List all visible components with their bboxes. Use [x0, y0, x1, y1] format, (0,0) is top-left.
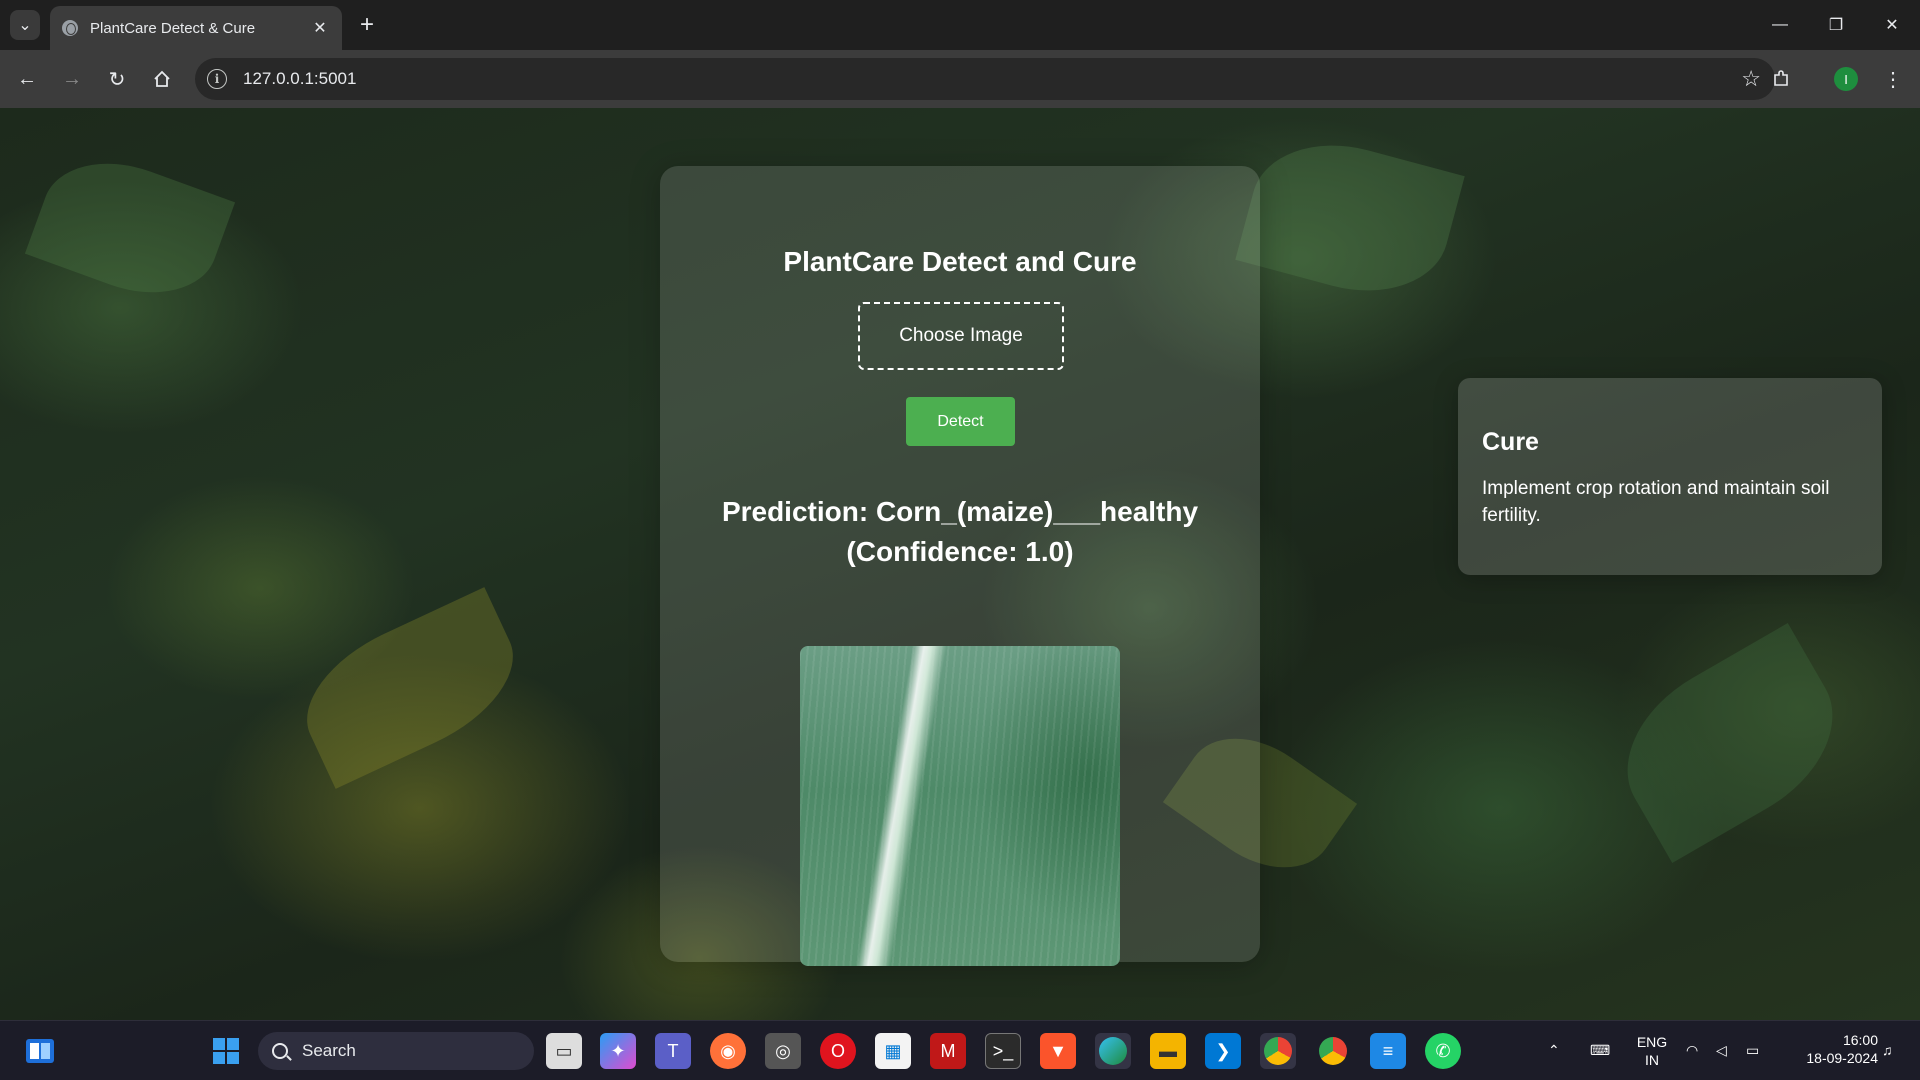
lang-line1: ENG: [1636, 1034, 1668, 1050]
vscode-icon[interactable]: ❯: [1205, 1033, 1241, 1069]
uploaded-leaf-image: [800, 646, 1120, 966]
page-viewport: PlantCare Detect and Cure Choose Image D…: [0, 108, 1920, 1020]
cure-card: Cure Implement crop rotation and maintai…: [1458, 378, 1882, 575]
volume-icon[interactable]: ◁: [1716, 1041, 1727, 1059]
terminal-icon[interactable]: >_: [985, 1033, 1021, 1069]
copilot-icon[interactable]: ✦: [600, 1033, 636, 1069]
prediction-result: Prediction: Corn_(maize)___healthy (Conf…: [680, 492, 1240, 572]
browser-tab[interactable]: PlantCare Detect & Cure ✕: [50, 6, 342, 50]
globe-icon: [62, 20, 78, 36]
opera-icon[interactable]: O: [820, 1033, 856, 1069]
forward-button[interactable]: →: [55, 62, 89, 96]
puzzle-icon: [1774, 70, 1788, 86]
confidence-label: (Confidence: 1.0): [846, 536, 1074, 567]
reload-icon: ↻: [108, 68, 126, 91]
chrome-icon[interactable]: [1260, 1033, 1296, 1069]
notification-bell-icon[interactable]: ♫: [1882, 1041, 1893, 1059]
profile-avatar[interactable]: I: [1834, 67, 1858, 91]
brave-icon[interactable]: ▼: [1040, 1033, 1076, 1069]
address-bar[interactable]: i 127.0.0.1:5001 ☆: [195, 58, 1775, 100]
camera-icon[interactable]: ◎: [765, 1033, 801, 1069]
arrow-left-icon: ←: [17, 67, 37, 90]
restore-button[interactable]: ❐: [1808, 0, 1864, 50]
chevron-up-icon[interactable]: ⌃: [1548, 1041, 1560, 1059]
background-leaf: [1235, 124, 1465, 312]
bookmark-star-icon[interactable]: ☆: [1741, 66, 1761, 92]
taskbar-search[interactable]: Search: [258, 1032, 534, 1070]
home-button[interactable]: [145, 62, 179, 96]
taskbar: Search ▭ ✦ T ◉ ◎ O ▦ M >_ ▼ ▬ ❯ ≡ ✆ ⌃ ⌨ …: [0, 1020, 1920, 1080]
background-leaf: [284, 587, 536, 789]
tab-search-button[interactable]: ⌄: [10, 10, 40, 40]
arrow-right-icon: →: [62, 67, 82, 90]
lang-line2: IN: [1645, 1052, 1659, 1068]
edge-icon[interactable]: [1095, 1033, 1131, 1069]
search-icon: [272, 1043, 288, 1059]
clock-time: 16:00: [1842, 1032, 1878, 1048]
browser-toolbar: ← → ↻ i 127.0.0.1:5001 ☆ I ⋮: [0, 50, 1920, 108]
detect-button[interactable]: Detect: [906, 397, 1015, 446]
chevron-down-icon: ⌄: [18, 17, 32, 34]
teams-icon[interactable]: T: [655, 1033, 691, 1069]
clock[interactable]: 16:00 18-09-2024: [1778, 1031, 1878, 1067]
site-info-icon[interactable]: i: [207, 69, 227, 89]
folder-icon[interactable]: ▬: [1150, 1033, 1186, 1069]
battery-icon[interactable]: ▭: [1746, 1041, 1759, 1059]
tab-close-icon[interactable]: ✕: [310, 18, 330, 38]
keyboard-icon[interactable]: ⌨: [1590, 1041, 1610, 1059]
language-indicator[interactable]: ENG IN: [1632, 1033, 1672, 1069]
firefox-icon[interactable]: ◉: [710, 1033, 746, 1069]
mcafee-icon[interactable]: M: [930, 1033, 966, 1069]
background-leaf: [1597, 623, 1863, 863]
notepad-icon[interactable]: ≡: [1370, 1033, 1406, 1069]
prediction-label: Prediction: Corn_(maize)___healthy: [721, 496, 1199, 527]
whatsapp-icon[interactable]: ✆: [1425, 1033, 1461, 1069]
reload-button[interactable]: ↻: [100, 62, 134, 96]
chrome-canary-icon[interactable]: [1315, 1033, 1351, 1069]
back-button[interactable]: ←: [10, 62, 44, 96]
close-window-button[interactable]: ✕: [1864, 0, 1920, 50]
extensions-button[interactable]: [1764, 62, 1798, 96]
widgets-icon[interactable]: [22, 1033, 58, 1069]
home-icon: [154, 70, 170, 87]
windows-start-icon[interactable]: [208, 1033, 244, 1069]
background-leaf: [24, 140, 236, 316]
minimize-button[interactable]: —: [1752, 0, 1808, 50]
file-explorer-icon[interactable]: ▭: [546, 1033, 582, 1069]
kebab-menu-icon: ⋮: [1883, 68, 1903, 91]
new-tab-button[interactable]: +: [352, 10, 382, 40]
choose-image-button[interactable]: Choose Image: [858, 302, 1064, 370]
url-text[interactable]: 127.0.0.1:5001: [243, 69, 356, 89]
wifi-icon[interactable]: ◠: [1686, 1041, 1698, 1059]
browser-tab-strip: ⌄ PlantCare Detect & Cure ✕ + — ❐ ✕: [0, 0, 1920, 50]
tab-title: PlantCare Detect & Cure: [90, 19, 256, 37]
search-label: Search: [302, 1041, 356, 1060]
cure-title: Cure: [1482, 428, 1539, 456]
detect-card: PlantCare Detect and Cure Choose Image D…: [660, 166, 1260, 966]
menu-button[interactable]: ⋮: [1876, 62, 1910, 96]
clock-date: 18-09-2024: [1806, 1050, 1878, 1066]
page-title: PlantCare Detect and Cure: [783, 246, 1137, 277]
store-icon[interactable]: ▦: [875, 1033, 911, 1069]
cure-text: Implement crop rotation and maintain soi…: [1482, 478, 1830, 526]
